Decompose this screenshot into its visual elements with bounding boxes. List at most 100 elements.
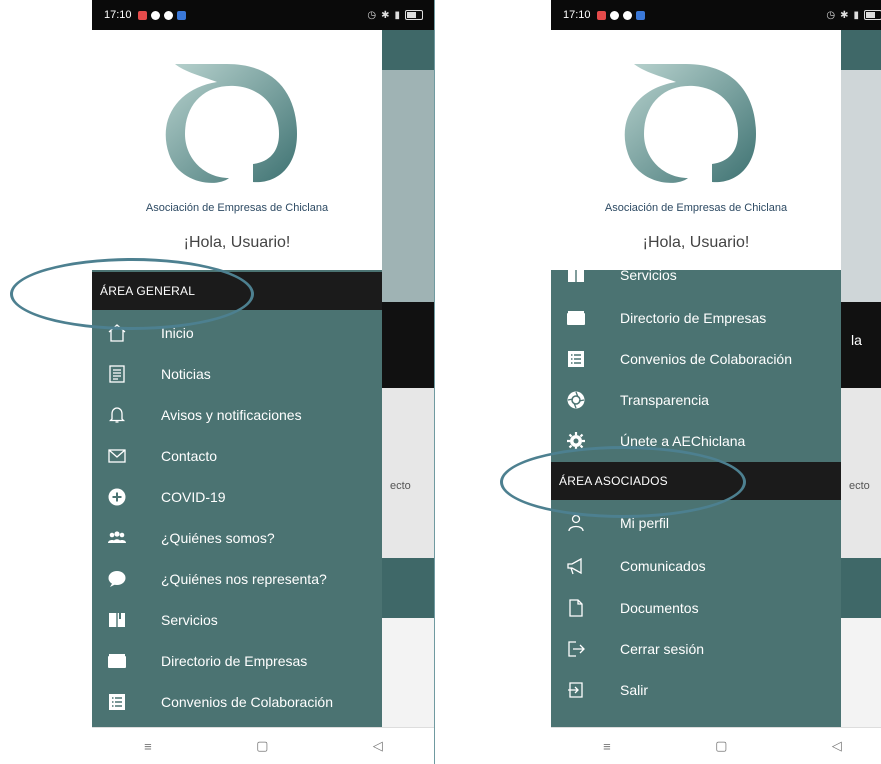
menu-item-avisos[interactable]: Avisos y notificaciones [92, 394, 382, 435]
megaphone-icon [566, 556, 586, 576]
menu-item-label: Directorio de Empresas [161, 652, 308, 669]
alarm-icon: ◷ [826, 9, 836, 21]
menu-item-covid[interactable]: COVID-19 [92, 476, 382, 517]
home-nav-icon[interactable]: ▢ [715, 738, 727, 754]
section-area-asociados: ÁREA ASOCIADOS [551, 462, 841, 500]
navigation-drawer: Asociación de Empresas de Chiclana ¡Hola… [92, 30, 382, 728]
menu-item-label: Contacto [161, 447, 218, 464]
newspaper-icon [107, 364, 127, 384]
menu-item-directorio[interactable]: Directorio de Empresas [551, 297, 841, 338]
bluetooth-icon: ✱ [381, 9, 390, 21]
status-time: 17:10 [104, 9, 132, 21]
menu-item-label: Transparencia [620, 391, 709, 408]
document-icon [566, 598, 586, 618]
section-area-general: ÁREA GENERAL [92, 272, 382, 310]
plus-circle-icon [107, 487, 127, 507]
greeting: ¡Hola, Usuario! [642, 234, 750, 251]
menu-item-label: Salir [620, 681, 649, 698]
person-icon [566, 513, 586, 533]
navigation-drawer: Servicios Directorio de Empresas Conveni… [551, 30, 841, 728]
exit-icon [566, 680, 586, 700]
home-nav-icon[interactable]: ▢ [256, 738, 268, 754]
menu-item-label: ¿Quiénes nos representa? [161, 570, 327, 587]
bluetooth-icon: ✱ [840, 9, 849, 21]
menu-item-label: Mi perfil [620, 514, 670, 531]
menu-item-label: ¿Quiénes somos? [161, 529, 275, 546]
folder-icon [566, 308, 586, 328]
bell-icon [107, 405, 127, 425]
menu-item-label: Avisos y notificaciones [161, 406, 302, 423]
notification-icon [596, 10, 606, 20]
menu-item-salir[interactable]: Salir [551, 669, 841, 710]
notification-icon [150, 10, 160, 20]
menu-item-label: Servicios [161, 611, 218, 628]
aechiclana-logo [624, 64, 756, 183]
menu-nav-icon[interactable]: ≡ [603, 739, 611, 754]
menu-item-servicios[interactable]: Servicios [92, 599, 382, 640]
menu-item-label: Convenios de Colaboración [161, 693, 333, 710]
group-icon [107, 528, 127, 548]
menu-item-inicio[interactable]: Inicio [92, 312, 382, 353]
menu-item-noticias[interactable]: Noticias [92, 353, 382, 394]
menu-item-unete[interactable]: Únete a AEChiclana [551, 420, 841, 461]
menu-item-label: Cerrar sesión [620, 640, 705, 657]
menu-item-quienes-representa[interactable]: ¿Quiénes nos representa? [92, 558, 382, 599]
menu-item-label: COVID-19 [161, 488, 226, 505]
notification-icon [163, 10, 173, 20]
aechiclana-logo [165, 64, 297, 183]
back-nav-icon[interactable]: ◁ [373, 738, 383, 754]
envelope-icon [107, 446, 127, 466]
status-icons: ◷ ✱ ▮ [826, 10, 881, 21]
back-nav-icon[interactable]: ◁ [832, 738, 842, 754]
menu-item-documentos[interactable]: Documentos [551, 587, 841, 628]
gear-icon [566, 431, 586, 451]
logout-icon [566, 639, 586, 659]
menu-item-contacto[interactable]: Contacto [92, 435, 382, 476]
menu-item-transparencia[interactable]: Transparencia [551, 379, 841, 420]
aperture-icon [566, 390, 586, 410]
list-icon [107, 692, 127, 712]
menu-item-convenios[interactable]: Convenios de Colaboración [551, 338, 841, 379]
menu-item-comunicados[interactable]: Comunicados [551, 545, 841, 586]
menu-item-label: Inicio [161, 324, 194, 341]
menu-item-mi-perfil[interactable]: Mi perfil [551, 502, 841, 543]
book-icon [107, 610, 127, 630]
background-app: la ecto [841, 30, 881, 730]
menu-item-label: Documentos [620, 599, 699, 616]
notification-icon [609, 10, 619, 20]
notification-icon [137, 10, 147, 20]
menu-item-convenios[interactable]: Convenios de Colaboración [92, 681, 382, 722]
status-icons: ◷ ✱ ▮ [367, 10, 423, 21]
status-time: 17:10 [563, 9, 591, 21]
system-navigation-bar: ≡ ▢ ◁ [92, 727, 435, 764]
notification-icon [176, 10, 186, 20]
background-partial-text: ecto [390, 480, 411, 492]
battery-icon [405, 10, 423, 20]
background-partial-text: ecto [849, 480, 870, 492]
background-app: ecto [382, 30, 435, 730]
battery-icon [864, 10, 881, 20]
menu-nav-icon[interactable]: ≡ [144, 739, 152, 754]
right-phone-screen: 17:10 ◷ ✱ ▮ la ecto Servicios Directorio… [551, 0, 881, 764]
menu-item-label: Directorio de Empresas [620, 309, 767, 326]
notification-icon [635, 10, 645, 20]
home-icon [107, 323, 127, 343]
menu-item-label: Convenios de Colaboración [620, 350, 792, 367]
background-partial-text: la [851, 332, 862, 348]
list-icon [566, 349, 586, 369]
chat-icon [107, 569, 127, 589]
status-bar: 17:10 ◷ ✱ ▮ [551, 0, 881, 30]
alarm-icon: ◷ [367, 9, 377, 21]
signal-icon: ▮ [853, 9, 859, 21]
organization-name: Asociación de Empresas de Chiclana [145, 202, 329, 214]
drawer-header: Asociación de Empresas de Chiclana ¡Hola… [551, 30, 841, 270]
status-bar: 17:10 ◷ ✱ ▮ [92, 0, 435, 30]
notification-icon [622, 10, 632, 20]
menu-item-label: Únete a AEChiclana [620, 432, 746, 449]
menu-item-cerrar-sesion[interactable]: Cerrar sesión [551, 628, 841, 669]
menu-item-label: Comunicados [620, 557, 706, 574]
menu-item-quienes-somos[interactable]: ¿Quiénes somos? [92, 517, 382, 558]
menu-item-label: Noticias [161, 365, 211, 382]
menu-item-directorio[interactable]: Directorio de Empresas [92, 640, 382, 681]
left-phone-screen: 17:10 ◷ ✱ ▮ ecto Asociación de Empresas … [92, 0, 435, 764]
